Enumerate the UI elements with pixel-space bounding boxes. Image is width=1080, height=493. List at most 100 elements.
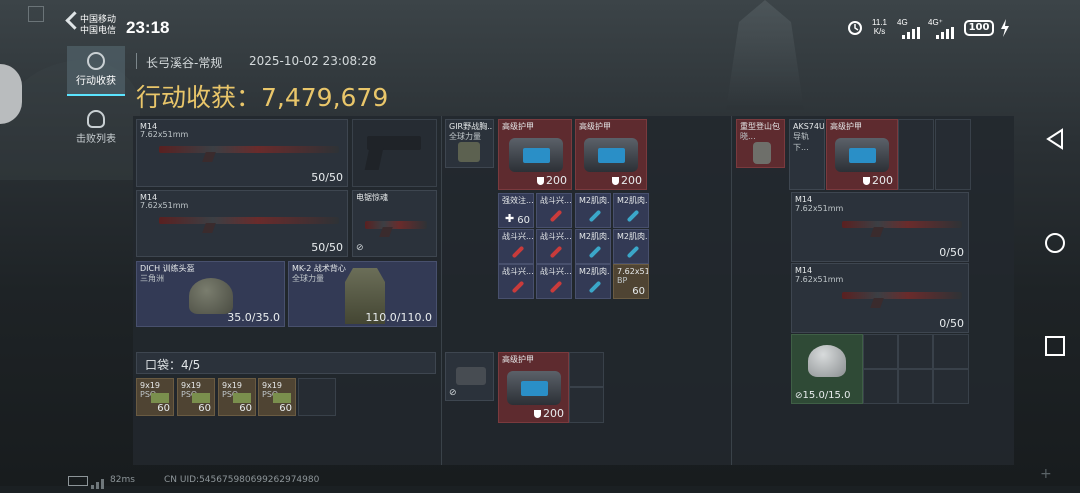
tab-kill-list[interactable]: 击败列表	[67, 104, 125, 152]
chest-rig-item[interactable]: GIR野战胸... 全球力量	[445, 119, 494, 168]
item-name: 高级护甲	[830, 122, 862, 131]
item-name: M2肌肉...	[617, 196, 648, 205]
grid-item[interactable]: 战斗兴...	[536, 229, 572, 264]
item-name: 战斗兴...	[540, 267, 572, 276]
ak-item[interactable]: AKS74U 导轨下...	[789, 119, 825, 190]
unlock-icon: ⊘	[356, 243, 364, 253]
helmet-durability: 35.0/35.0	[227, 311, 280, 324]
backpack-item[interactable]: 重型登山包 晓...	[736, 119, 785, 168]
signal-icon-2	[934, 24, 956, 39]
tab-action-loot[interactable]: 行动收获	[67, 46, 125, 96]
primary-weapon-slot[interactable]: M14 7.62x51mm 50/50	[136, 119, 348, 187]
empty-slot[interactable]	[569, 352, 604, 387]
secondary-weapon-slot[interactable]: M14 7.62x51mm 50/50	[136, 190, 348, 257]
plus-icon: ✚	[505, 212, 515, 225]
m14-rifle-icon	[842, 292, 962, 299]
grid-item[interactable]: M2肌肉...	[613, 229, 649, 264]
grid-item[interactable]: 7.62x51...BP60	[613, 264, 649, 299]
m14-rifle-icon	[159, 146, 339, 153]
grid-item[interactable]: 战斗兴...	[536, 264, 572, 299]
empty-slot[interactable]	[863, 369, 898, 404]
loot-value-title: 行动收获：7,479,679	[136, 83, 389, 112]
pocket-item-3[interactable]: 9x19 PSO 60	[218, 378, 256, 416]
item-sub: 晓...	[740, 132, 756, 141]
empty-slot[interactable]	[933, 369, 969, 404]
user-uid: CN UID:545675980699262974980	[164, 475, 320, 485]
weapon-caliber: 7.62x51mm	[140, 201, 189, 210]
empty-slot[interactable]	[933, 334, 969, 369]
armor-value-text: 200	[872, 174, 893, 187]
grid-item[interactable]: 战斗兴...	[536, 193, 572, 228]
pistol-grip-shape	[364, 148, 384, 170]
syringe-icon	[626, 209, 640, 223]
empty-slot[interactable]	[898, 334, 933, 369]
backpack-helmet[interactable]: ⊘15.0/15.0	[791, 334, 863, 404]
empty-slot[interactable]	[898, 369, 933, 404]
unlock-icon: ⊘	[449, 388, 457, 398]
armor-value-text: 200	[546, 174, 567, 187]
syringe-icon	[588, 280, 602, 294]
armor-item-2[interactable]: 高级护甲 200	[575, 119, 647, 190]
shield-icon	[537, 177, 544, 185]
ammo-count: 0/50	[939, 246, 964, 259]
item-name: M2肌肉...	[617, 232, 648, 241]
empty-slot[interactable]	[569, 387, 604, 423]
empty-slot[interactable]	[935, 119, 971, 190]
carrier-info: 中国移动 中国电信	[80, 14, 116, 36]
grid-item[interactable]: M2肌肉...	[575, 229, 611, 264]
item-name: M2肌肉...	[579, 232, 610, 241]
item-name: M2肌肉...	[579, 196, 610, 205]
raid-datetime: 2025-10-02 23:08:28	[249, 54, 377, 68]
armor-case-icon	[584, 138, 638, 172]
item-name: M2肌肉...	[579, 267, 610, 276]
ammo-count: 50/50	[311, 241, 343, 254]
clock: 23:18	[126, 18, 170, 37]
header-divider	[136, 53, 137, 69]
shield-icon	[863, 177, 870, 185]
net-speed: 11.1 K/s	[872, 18, 887, 36]
m14-rifle-icon	[842, 221, 962, 228]
item-name: 高级护甲	[579, 122, 611, 131]
rig-icon	[458, 142, 480, 162]
ping: 82ms	[110, 475, 135, 485]
pocket-empty-slot[interactable]	[298, 378, 336, 416]
syringe-icon	[511, 245, 525, 259]
syringe-icon	[549, 245, 563, 259]
backpack-armor[interactable]: 高级护甲 200	[826, 119, 898, 190]
item-sub: 导轨下...	[793, 132, 809, 152]
grid-item[interactable]: 战斗兴...	[498, 264, 534, 299]
empty-slot[interactable]	[863, 334, 898, 369]
armor-value: 200	[537, 174, 567, 187]
pocket-item-4[interactable]: 9x19 PSO 60	[258, 378, 296, 416]
pouch-item[interactable]: ⊘	[445, 352, 494, 401]
armor-item-1[interactable]: 高级护甲 200	[498, 119, 572, 190]
melee-name: 电锯惊魂	[356, 193, 388, 202]
carrier-2: 中国电信	[80, 25, 117, 35]
nav-home-icon[interactable]	[1044, 232, 1066, 254]
helmet-slot[interactable]: DICH 训练头盔 三角洲 35.0/35.0	[136, 261, 285, 327]
helmet-icon	[808, 345, 846, 377]
nav-recents-icon[interactable]	[1045, 336, 1065, 356]
loot-icon	[87, 52, 105, 70]
item-name: 战斗兴...	[502, 232, 534, 241]
grid-item[interactable]: M2肌肉...	[613, 193, 649, 228]
backpack-weapon-1[interactable]: M14 7.62x51mm 0/50	[791, 192, 969, 262]
ammo-box-icon	[151, 393, 169, 403]
grid-item[interactable]: 强效注... ✚ 60	[498, 193, 534, 228]
carrier-1: 中国移动	[80, 14, 117, 24]
grid-item[interactable]: 战斗兴...	[498, 229, 534, 264]
backpack-weapon-2[interactable]: M14 7.62x51mm 0/50	[791, 263, 969, 333]
pistol-slot[interactable]	[352, 119, 437, 187]
armor-item-3[interactable]: 高级护甲 200	[498, 352, 569, 423]
armor-slot[interactable]: MK-2 战术背心 全球力量 110.0/110.0	[288, 261, 437, 327]
grid-item[interactable]: M2肌肉...	[575, 193, 611, 228]
melee-slot[interactable]: 电锯惊魂 ⊘	[352, 190, 437, 257]
item-count: 60	[157, 403, 170, 414]
nav-back-icon[interactable]	[1044, 128, 1066, 150]
pocket-item-2[interactable]: 9x19 PSO 60	[177, 378, 215, 416]
grid-item[interactable]: M2肌肉...	[575, 264, 611, 299]
armor-value: 200	[534, 407, 564, 420]
pocket-item-1[interactable]: 9x19 PSO 60	[136, 378, 174, 416]
backpack-icon	[753, 142, 771, 164]
empty-slot[interactable]	[898, 119, 934, 190]
